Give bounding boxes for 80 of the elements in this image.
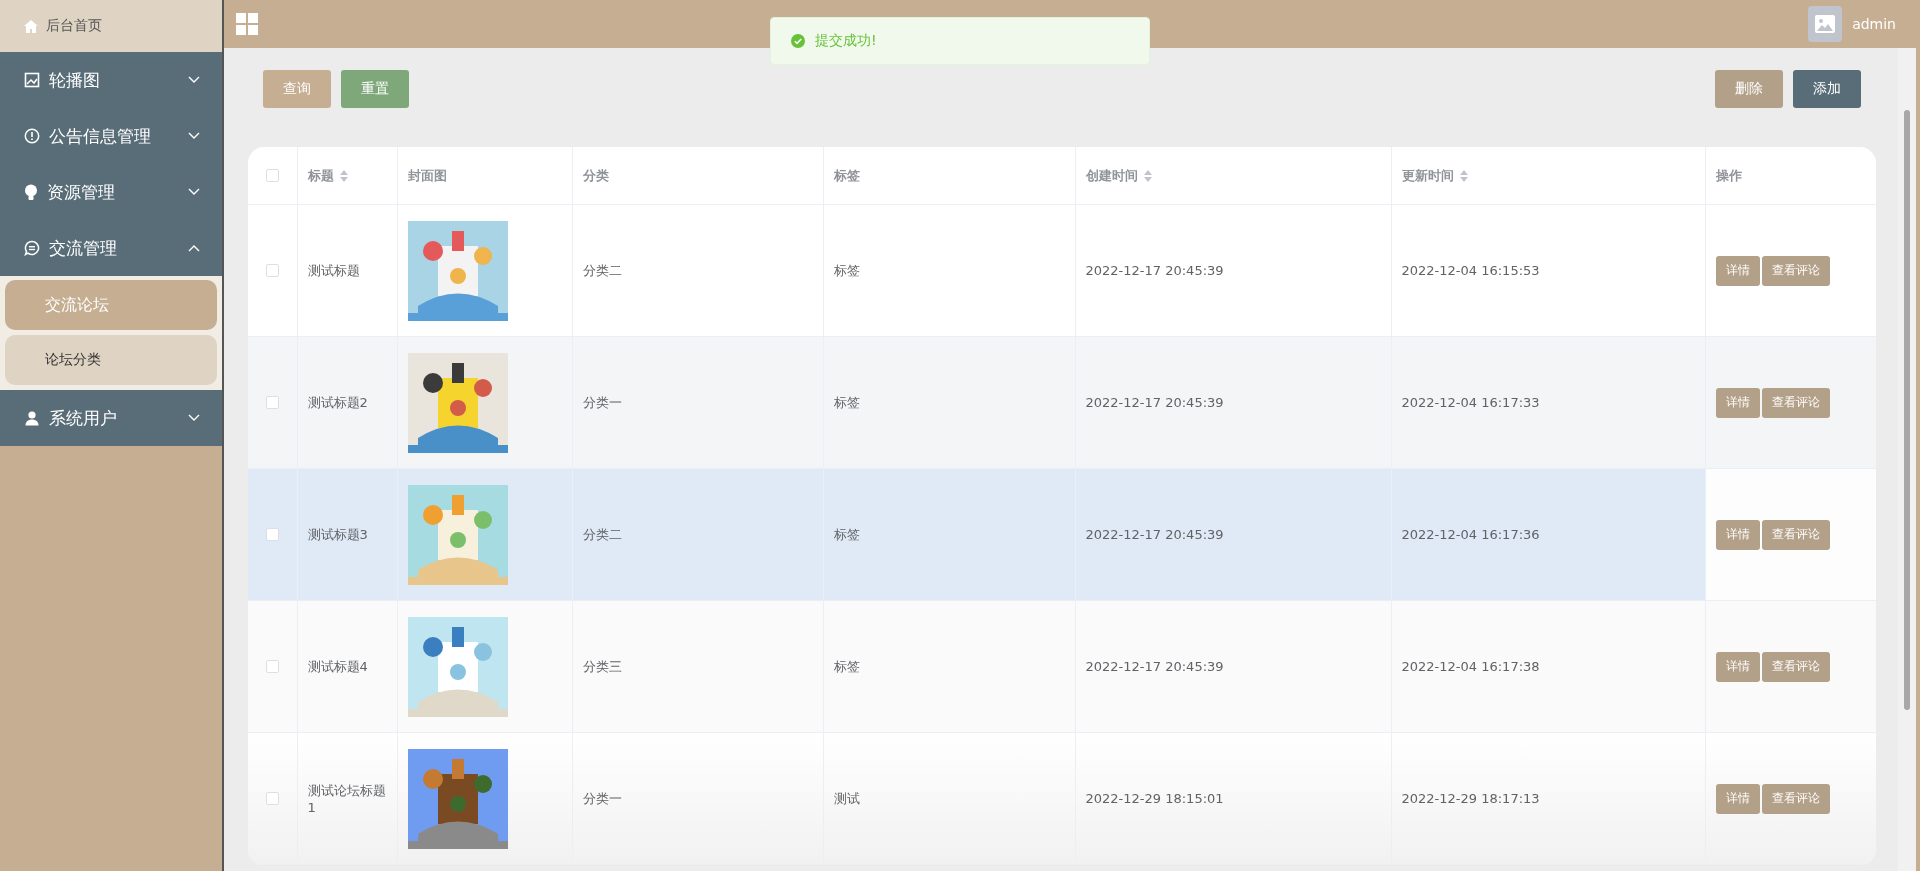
chevron-down-icon	[188, 188, 200, 196]
sort-icon[interactable]	[1459, 170, 1468, 182]
chevron-down-icon	[188, 76, 200, 84]
checkbox[interactable]	[265, 792, 279, 805]
sort-icon[interactable]	[339, 170, 348, 182]
table-cell: 测试标题3	[307, 526, 368, 542]
column-header: 标签	[833, 167, 860, 183]
avatar[interactable]	[1808, 6, 1843, 42]
table-cell: 测试论坛标题1	[307, 783, 386, 815]
details-button[interactable]: 详情	[1715, 519, 1760, 550]
table-cell: 分类三	[582, 658, 622, 674]
check-circle-icon	[791, 34, 805, 48]
sidebar-menu[interactable]: 交流管理	[0, 220, 222, 276]
scrollbar[interactable]	[1898, 48, 1916, 871]
grid-menu-icon[interactable]	[236, 13, 258, 35]
checkbox[interactable]	[265, 660, 279, 673]
table-cell: 分类二	[582, 526, 622, 542]
sidebar-menu[interactable]: 系统用户	[0, 390, 222, 446]
column-header: 操作	[1715, 167, 1742, 183]
checkbox[interactable]	[265, 396, 279, 409]
checkbox[interactable]	[265, 528, 279, 541]
toast-message: 提交成功!	[815, 32, 877, 50]
checkbox[interactable]	[265, 264, 279, 277]
view-comments-button[interactable]: 查看评论	[1761, 387, 1830, 418]
table-cell: 2022-12-04 16:15:53	[1401, 263, 1540, 278]
home-icon	[24, 19, 38, 33]
table-cell: 2022-12-04 16:17:36	[1401, 527, 1540, 542]
image-icon	[1815, 15, 1836, 33]
table-cell: 测试	[833, 790, 860, 806]
column-header[interactable]: 更新时间	[1401, 167, 1454, 183]
details-button[interactable]: 详情	[1715, 255, 1760, 286]
search-button[interactable]: 查询	[263, 70, 331, 108]
table-cell: 测试标题4	[307, 658, 368, 674]
table-cell: 分类一	[582, 790, 622, 806]
table-cell: 2022-12-29 18:15:01	[1085, 791, 1224, 806]
column-header[interactable]: 创建时间	[1085, 167, 1138, 183]
table-cell: 测试标题	[307, 262, 360, 278]
table-cell: 2022-12-17 20:45:39	[1085, 263, 1224, 278]
column-header[interactable]: 标题	[307, 167, 334, 183]
image-icon	[24, 72, 40, 88]
table-cell: 标签	[833, 658, 860, 674]
lightbulb-icon	[24, 183, 38, 201]
view-comments-button[interactable]: 查看评论	[1761, 783, 1830, 814]
chevron-down-icon	[188, 132, 200, 140]
details-button[interactable]: 详情	[1715, 651, 1760, 682]
table-cell: 2022-12-17 20:45:39	[1085, 395, 1224, 410]
checkbox[interactable]	[265, 169, 279, 182]
column-header: 封面图	[407, 167, 447, 183]
sidebar-menu[interactable]: 公告信息管理	[0, 108, 222, 164]
table-cell: 2022-12-17 20:45:39	[1085, 527, 1224, 542]
user-icon	[24, 410, 40, 426]
table-cell: 2022-12-04 16:17:33	[1401, 395, 1540, 410]
user-name[interactable]: admin	[1852, 16, 1896, 32]
sidebar-menu[interactable]: 轮播图	[0, 52, 222, 108]
chevron-down-icon	[188, 414, 200, 422]
chat-icon	[24, 240, 40, 256]
table-cell: 标签	[833, 262, 860, 278]
add-button[interactable]: 添加	[1793, 70, 1861, 108]
table-cell: 标签	[833, 394, 860, 410]
view-comments-button[interactable]: 查看评论	[1761, 651, 1830, 682]
table-cell: 2022-12-17 20:45:39	[1085, 659, 1224, 674]
table-cell: 标签	[833, 526, 860, 542]
sort-icon[interactable]	[1143, 170, 1152, 182]
column-header: 分类	[582, 167, 609, 183]
sidebar-menu[interactable]: 资源管理	[0, 164, 222, 220]
view-comments-button[interactable]: 查看评论	[1761, 255, 1830, 286]
chevron-up-icon	[188, 244, 200, 252]
details-button[interactable]: 详情	[1715, 387, 1760, 418]
submenu-item[interactable]: 论坛分类	[5, 335, 217, 385]
view-comments-button[interactable]: 查看评论	[1761, 519, 1830, 550]
table-cell: 2022-12-29 18:17:13	[1401, 791, 1540, 806]
reset-button[interactable]: 重置	[341, 70, 409, 108]
table-cell: 测试标题2	[307, 394, 368, 410]
table-cell: 分类一	[582, 394, 622, 410]
sidebar-item[interactable]: 后台首页	[0, 0, 222, 52]
table-cell: 分类二	[582, 262, 622, 278]
info-icon	[24, 128, 40, 144]
details-button[interactable]: 详情	[1715, 783, 1760, 814]
submenu-item[interactable]: 交流论坛	[5, 280, 217, 330]
table-cell: 2022-12-04 16:17:38	[1401, 659, 1540, 674]
